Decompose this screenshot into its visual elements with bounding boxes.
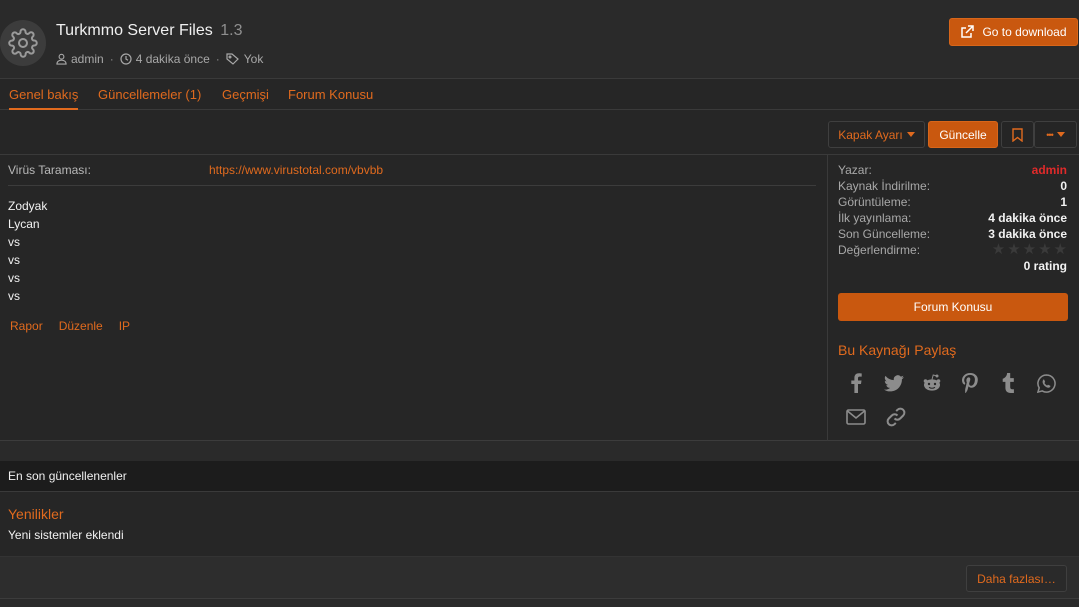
- star-icon[interactable]: ★: [1023, 242, 1036, 257]
- more-options-label: •••: [1046, 129, 1054, 140]
- update-label: Güncelle: [939, 127, 987, 142]
- tab-bar: Genel bakış Güncellemeler (1) Geçmişi Fo…: [0, 78, 1079, 110]
- resource-toolbar: Kapak Ayarı Güncelle •••: [0, 110, 1079, 155]
- virus-scan-link[interactable]: https://www.virustotal.com/vbvbb: [209, 163, 383, 177]
- chevron-down-icon: [1056, 132, 1065, 137]
- star-icon[interactable]: ★: [1054, 242, 1067, 257]
- updates-header: En son güncellenenler: [0, 461, 1079, 492]
- edit-link[interactable]: Düzenle: [59, 319, 103, 333]
- star-icon[interactable]: ★: [1038, 242, 1051, 257]
- forum-topic-label: Forum Konusu: [913, 300, 993, 314]
- info-value: 0: [1060, 179, 1067, 193]
- cover-settings-button[interactable]: Kapak Ayarı: [828, 121, 925, 148]
- update-title-link[interactable]: Yenilikler: [8, 506, 64, 522]
- post-time[interactable]: 4 dakika önce: [136, 52, 210, 66]
- info-row-views: Görüntüleme: 1: [838, 195, 1067, 211]
- resource-avatar[interactable]: [0, 20, 46, 66]
- forum-topic-button[interactable]: Forum Konusu: [838, 293, 1068, 321]
- user-icon: [56, 53, 67, 65]
- info-row-author: Yazar: admin: [838, 163, 1067, 179]
- share-title: Bu Kaynağı Paylaş: [838, 342, 957, 358]
- clock-icon: [120, 53, 132, 65]
- bookmark-button[interactable]: [1001, 121, 1034, 148]
- info-key: Görüntüleme:: [838, 195, 911, 209]
- more-options-button[interactable]: •••: [1034, 121, 1077, 148]
- author-link[interactable]: admin: [71, 52, 104, 66]
- pinterest-icon[interactable]: [958, 371, 982, 395]
- description-line: Zodyak: [8, 199, 48, 213]
- info-row-rating: Değerlendirme: ★ ★ ★ ★ ★: [838, 242, 1067, 259]
- resource-description: Virüs Taraması: https://www.virustotal.c…: [0, 155, 827, 441]
- go-to-download-button[interactable]: Go to download: [949, 18, 1078, 46]
- description-line: vs: [8, 271, 20, 285]
- facebook-icon[interactable]: [844, 371, 868, 395]
- tumblr-icon[interactable]: [996, 371, 1020, 395]
- info-value: 4 dakika önce: [988, 211, 1067, 225]
- resource-header: Turkmmo Server Files 1.3 admin · 4 dakik…: [0, 0, 1079, 78]
- info-row-downloads: Kaynak İndirilme: 0: [838, 179, 1067, 195]
- resource-sidebar: Yazar: admin Kaynak İndirilme: 0 Görüntü…: [827, 155, 1079, 441]
- ip-link[interactable]: IP: [119, 319, 130, 333]
- more-updates-button[interactable]: Daha fazlası…: [966, 565, 1067, 592]
- meta-separator: ·: [109, 52, 114, 66]
- gear-icon: [8, 28, 38, 58]
- info-key: Son Güncelleme:: [838, 227, 931, 241]
- external-link-icon: [961, 25, 975, 38]
- tab-updates[interactable]: Güncellemeler (1): [98, 87, 201, 102]
- latest-updates: En son güncellenenler Yenilikler Yeni si…: [0, 461, 1079, 599]
- description-line: Lycan: [8, 217, 40, 231]
- resource-version: 1.3: [220, 22, 243, 39]
- tab-history[interactable]: Geçmişi: [222, 87, 269, 102]
- star-icon[interactable]: ★: [1007, 242, 1020, 257]
- meta-separator: ·: [215, 52, 220, 66]
- info-key: İlk yayınlama:: [838, 211, 912, 225]
- info-row-first-release: İlk yayınlama: 4 dakika önce: [838, 211, 1067, 227]
- resource-main: Kapak Ayarı Güncelle ••• Virüs Taraması:…: [0, 110, 1079, 441]
- description-line: vs: [8, 235, 20, 249]
- download-label: Go to download: [982, 25, 1067, 39]
- updates-heading: En son güncellenenler: [8, 469, 127, 483]
- tag-icon: [226, 53, 239, 65]
- description-line: vs: [8, 253, 20, 267]
- tags-value: Yok: [243, 52, 264, 66]
- description-line: vs: [8, 289, 20, 303]
- email-icon[interactable]: [844, 405, 868, 429]
- star-icon[interactable]: ★: [992, 242, 1005, 257]
- more-updates-label: Daha fazlası…: [977, 571, 1056, 586]
- info-value: 1: [1060, 195, 1067, 209]
- whatsapp-icon[interactable]: [1034, 371, 1058, 395]
- resource-meta: admin · 4 dakika önce · Yok: [56, 52, 263, 66]
- chevron-down-icon: [906, 132, 915, 137]
- report-link[interactable]: Rapor: [10, 319, 43, 333]
- update-body: Yeni sistemler eklendi: [8, 528, 124, 542]
- cover-settings-label: Kapak Ayarı: [838, 127, 903, 142]
- rating-count: 0 rating: [1023, 259, 1067, 273]
- page-title: Turkmmo Server Files 1.3: [56, 22, 242, 40]
- post-actions: Rapor Düzenle IP: [10, 319, 130, 333]
- info-key: Yazar:: [838, 163, 872, 177]
- virus-scan-label: Virüs Taraması:: [8, 163, 91, 177]
- virus-scan-row: Virüs Taraması: https://www.virustotal.c…: [8, 162, 816, 186]
- info-value: 3 dakika önce: [988, 227, 1067, 241]
- resource-title: Turkmmo Server Files: [56, 22, 213, 39]
- author-value[interactable]: admin: [1032, 163, 1067, 177]
- info-key: Değerlendirme:: [838, 243, 921, 257]
- info-key: Kaynak İndirilme:: [838, 179, 931, 193]
- updates-footer: Daha fazlası…: [0, 556, 1079, 598]
- rating-count-row: 0 rating: [838, 259, 1067, 275]
- link-icon[interactable]: [884, 405, 908, 429]
- tab-forum-topic[interactable]: Forum Konusu: [288, 87, 373, 102]
- update-button[interactable]: Güncelle: [928, 121, 998, 148]
- description-body: Zodyak Lycan vs vs vs vs: [8, 197, 47, 305]
- bookmark-icon: [1012, 127, 1023, 142]
- tab-overview[interactable]: Genel bakış: [9, 87, 79, 110]
- rating-stars[interactable]: ★ ★ ★ ★ ★: [992, 242, 1067, 257]
- twitter-icon[interactable]: [882, 371, 906, 395]
- reddit-icon[interactable]: [920, 371, 944, 395]
